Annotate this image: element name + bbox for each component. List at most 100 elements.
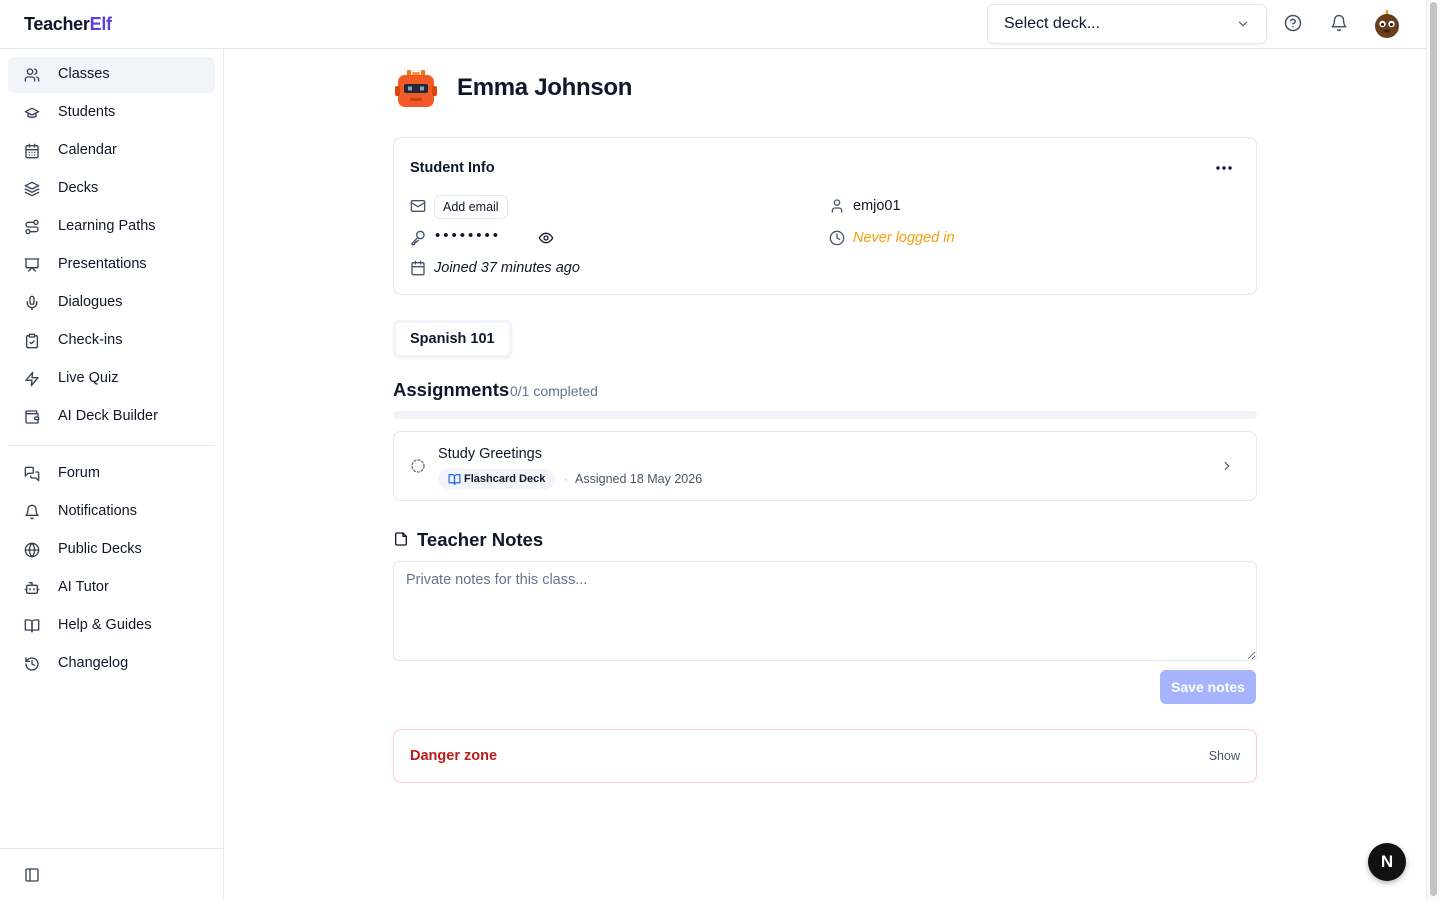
sidebar-item-students[interactable]: Students — [8, 95, 215, 131]
calendar-icon — [411, 260, 425, 276]
sidebar-item-live-quiz[interactable]: Live Quiz — [8, 361, 215, 397]
scrollbar-thumb[interactable] — [1430, 2, 1437, 896]
sidebar-item-notifications[interactable]: Notifications — [8, 494, 215, 530]
danger-zone-title: Danger zone — [410, 748, 498, 764]
deck-select-label: Select deck... — [1004, 15, 1101, 32]
chevron-right-icon — [1224, 461, 1230, 471]
key-icon — [411, 230, 425, 246]
username-text: emjo01 — [853, 198, 901, 214]
users-icon — [24, 68, 40, 82]
assignment-name: Study Greetings — [438, 446, 542, 462]
sidebar: Classes Students Calendar Decks Learning… — [0, 49, 224, 900]
more-options-icon[interactable] — [1214, 160, 1234, 176]
circle-dashed-icon — [411, 459, 425, 473]
assignment-type-label: Flashcard Deck — [464, 473, 546, 485]
page-scrollbar[interactable] — [1426, 0, 1440, 900]
sidebar-item-presentations[interactable]: Presentations — [8, 247, 215, 283]
brand-teacher: Teacher — [24, 14, 90, 34]
microphone-icon — [26, 295, 38, 311]
history-icon — [25, 657, 39, 671]
assignments-title: Assignments — [393, 379, 510, 400]
user-icon — [831, 199, 843, 213]
sidebar-item-classes[interactable]: Classes — [8, 57, 215, 93]
route-icon — [25, 219, 39, 235]
sidebar-item-label: AI Tutor — [58, 579, 109, 595]
sidebar-item-label: AI Deck Builder — [58, 408, 158, 424]
help-icon[interactable] — [1284, 14, 1302, 32]
deck-select[interactable]: Select deck... — [987, 4, 1267, 44]
add-email-button[interactable]: Add email — [434, 195, 508, 219]
assignments-count: 0/1 completed — [510, 383, 598, 399]
sidebar-item-learning-paths[interactable]: Learning Paths — [8, 209, 215, 245]
sidebar-item-changelog[interactable]: Changelog — [8, 646, 215, 682]
student-info-card: Student Info Add email •••••••• Joined 3… — [393, 137, 1257, 295]
joined-text: Joined 37 minutes ago — [434, 260, 580, 276]
sidebar-item-ai-tutor[interactable]: AI Tutor — [8, 570, 215, 606]
eye-icon[interactable] — [538, 230, 554, 246]
sidebar-item-label: Learning Paths — [58, 218, 156, 234]
wallet-icon — [25, 410, 40, 424]
user-avatar[interactable] — [1371, 8, 1403, 40]
password-mask: •••••••• — [435, 227, 502, 244]
student-avatar — [395, 70, 437, 107]
sidebar-item-label: Dialogues — [58, 294, 123, 310]
last-login-text: Never logged in — [853, 230, 955, 246]
clock-icon — [829, 230, 845, 246]
floating-action-button[interactable]: N — [1368, 843, 1406, 881]
page-title: Emma Johnson — [457, 74, 633, 101]
separator-dot: · — [564, 472, 568, 486]
bell-icon[interactable] — [1330, 14, 1348, 32]
sidebar-item-label: Classes — [58, 66, 110, 82]
calendar-icon — [25, 143, 39, 159]
tab-spanish-101[interactable]: Spanish 101 — [393, 320, 512, 358]
assignment-row[interactable]: Study Greetings Flashcard Deck · Assigne… — [393, 431, 1257, 501]
sidebar-item-label: Check-ins — [58, 332, 123, 348]
sidebar-item-public-decks[interactable]: Public Decks — [8, 532, 215, 568]
sidebar-item-label: Live Quiz — [58, 370, 119, 386]
file-icon — [395, 532, 407, 546]
sidebar-item-label: Calendar — [58, 142, 117, 158]
layers-icon — [24, 181, 40, 197]
sidebar-footer-divider — [0, 848, 223, 849]
sidebar-item-label: Decks — [58, 180, 99, 196]
danger-zone-show-button[interactable]: Show — [1209, 749, 1240, 763]
sidebar-toggle-icon[interactable] — [24, 867, 40, 883]
book-open-icon — [24, 619, 40, 633]
teacher-notes-title: Teacher Notes — [417, 529, 544, 550]
assignment-type-badge: Flashcard Deck — [438, 469, 556, 489]
messages-icon — [24, 466, 40, 482]
brand-logo[interactable]: TeacherElf — [24, 14, 112, 35]
clipboard-check-icon — [26, 333, 38, 349]
sidebar-item-dialogues[interactable]: Dialogues — [8, 285, 215, 321]
chevron-down-icon — [1238, 21, 1248, 27]
save-notes-button[interactable]: Save notes — [1160, 670, 1256, 704]
mail-icon — [410, 200, 426, 212]
sidebar-item-check-ins[interactable]: Check-ins — [8, 323, 215, 359]
sidebar-item-help-guides[interactable]: Help & Guides — [8, 608, 215, 644]
sidebar-item-label: Changelog — [58, 655, 129, 671]
sidebar-item-label: Notifications — [58, 503, 137, 519]
sidebar-item-forum[interactable]: Forum — [8, 456, 215, 492]
teacher-notes-input[interactable] — [393, 561, 1257, 661]
sidebar-item-ai-deck-builder[interactable]: AI Deck Builder — [8, 399, 215, 435]
sidebar-item-label: Presentations — [58, 256, 147, 272]
globe-icon — [24, 542, 40, 558]
sidebar-item-label: Public Decks — [58, 541, 142, 557]
sidebar-item-decks[interactable]: Decks — [8, 171, 215, 207]
bell-icon — [25, 504, 39, 520]
sidebar-item-label: Forum — [58, 465, 100, 481]
book-open-icon — [448, 474, 461, 485]
sidebar-item-calendar[interactable]: Calendar — [8, 133, 215, 169]
sidebar-item-label: Students — [58, 104, 116, 120]
top-header: TeacherElf Select deck... — [0, 0, 1426, 49]
student-info-title: Student Info — [410, 160, 495, 176]
brand-elf: Elf — [89, 14, 112, 34]
danger-zone-card: Danger zone Show — [393, 729, 1257, 783]
sidebar-item-label: Help & Guides — [58, 617, 152, 633]
assignment-date: Assigned 18 May 2026 — [575, 472, 703, 486]
lightning-icon — [25, 371, 39, 387]
sidebar-divider — [8, 445, 215, 446]
bot-icon — [24, 582, 40, 594]
assignments-progress-bar — [393, 411, 1257, 419]
presentation-icon — [24, 258, 40, 272]
